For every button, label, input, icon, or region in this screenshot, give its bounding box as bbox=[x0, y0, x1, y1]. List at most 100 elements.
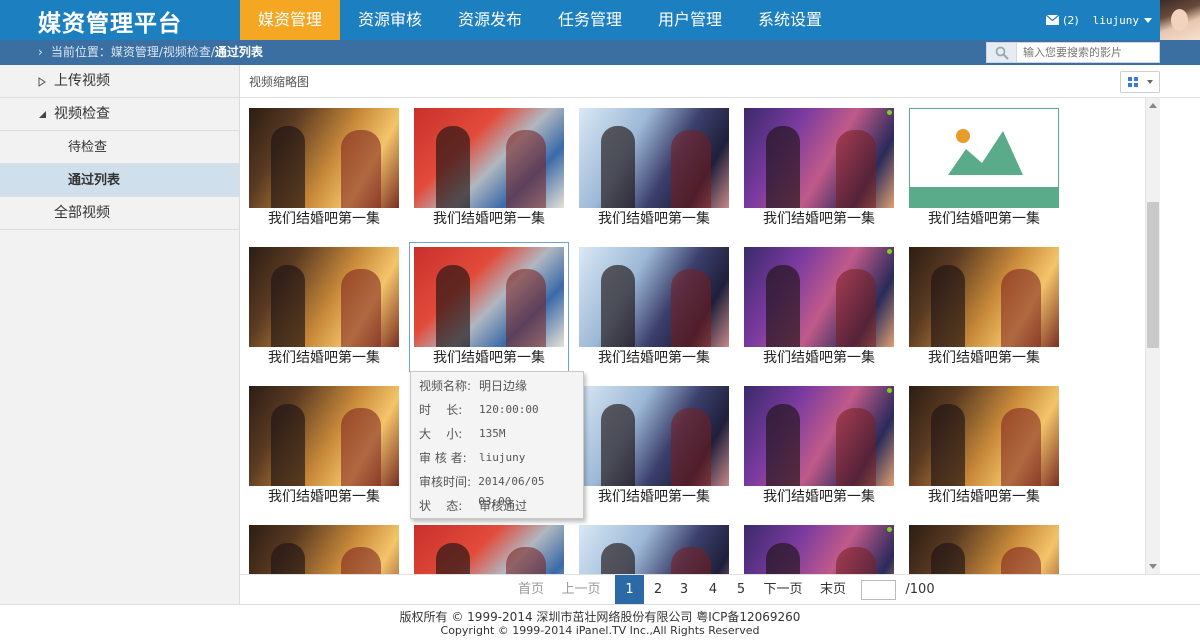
page-link-3[interactable]: 3 bbox=[676, 575, 692, 605]
video-caption[interactable]: 我们结婚吧第一集 bbox=[579, 348, 729, 368]
thumbnail-figure bbox=[506, 269, 546, 347]
page-link-4[interactable]: 4 bbox=[705, 575, 721, 605]
video-thumbnail[interactable] bbox=[744, 247, 894, 347]
video-thumbnail[interactable] bbox=[249, 247, 399, 347]
page-link-5[interactable]: 5 bbox=[733, 575, 749, 605]
scroll-up-arrow-icon[interactable] bbox=[1149, 103, 1157, 108]
video-thumbnail[interactable] bbox=[414, 525, 564, 574]
triangle-right-icon bbox=[38, 77, 46, 87]
nav-media-management[interactable]: 媒资管理 bbox=[240, 0, 340, 40]
video-caption[interactable]: 我们结婚吧第一集 bbox=[744, 487, 894, 507]
last-page-link[interactable]: 末页 bbox=[818, 575, 848, 605]
video-thumbnail[interactable] bbox=[909, 247, 1059, 347]
thumbnail-figure bbox=[931, 543, 965, 574]
video-thumbnail[interactable] bbox=[249, 108, 399, 208]
thumbnail-figure bbox=[1001, 547, 1041, 574]
thumbnail-figure bbox=[766, 543, 800, 574]
thumbnail-figure bbox=[671, 547, 711, 574]
mail-icon[interactable] bbox=[1046, 15, 1060, 25]
nav-resource-publish[interactable]: 资源发布 bbox=[440, 0, 540, 40]
sidebar-item-approved-list[interactable]: 通过列表 bbox=[0, 164, 239, 197]
sidebar-item-upload-video[interactable]: 上传视频 bbox=[0, 65, 239, 98]
video-thumbnail[interactable] bbox=[909, 386, 1059, 486]
content-header: 视频缩略图 bbox=[240, 65, 1200, 98]
first-page-link[interactable]: 首页 bbox=[516, 575, 546, 605]
thumbnail-figure bbox=[836, 547, 876, 574]
video-grid: 我们结婚吧第一集 我们结婚吧第一集 我们结婚吧第一集 我们结婚吧第一集 我们结婚吧第一集… bbox=[240, 98, 1145, 574]
thumbnail-figure bbox=[671, 269, 711, 347]
breadcrumb-path[interactable]: 当前位置：媒资管理/视频检查/ bbox=[51, 45, 215, 59]
video-thumbnail-placeholder[interactable] bbox=[909, 108, 1059, 208]
video-thumbnail[interactable] bbox=[579, 386, 729, 486]
nav-user-management[interactable]: 用户管理 bbox=[640, 0, 740, 40]
nav-system-settings[interactable]: 系统设置 bbox=[740, 0, 840, 40]
sidebar-item-all-videos[interactable]: 全部视频 bbox=[0, 197, 239, 230]
breadcrumb-current: 通过列表 bbox=[214, 45, 263, 59]
tooltip-key: 状 态: bbox=[419, 499, 463, 513]
next-page-link[interactable]: 下一页 bbox=[762, 575, 804, 605]
page-link-2[interactable]: 2 bbox=[650, 575, 666, 605]
total-pages: /100页 bbox=[905, 582, 935, 627]
video-thumbnail[interactable] bbox=[744, 108, 894, 208]
sidebar-item-pending-check[interactable]: 待检查 bbox=[0, 131, 239, 164]
video-caption[interactable]: 我们结婚吧第一集 bbox=[744, 348, 894, 368]
mail-count[interactable]: (2) bbox=[1063, 14, 1079, 27]
tooltip-key: 审 核 者: bbox=[419, 451, 467, 465]
video-caption[interactable]: 我们结婚吧第一集 bbox=[249, 348, 399, 368]
thumbnail-figure bbox=[931, 404, 965, 486]
video-caption[interactable]: 我们结婚吧第一集 bbox=[909, 487, 1059, 507]
avatar[interactable] bbox=[1160, 0, 1200, 40]
scrollbar-thumb[interactable] bbox=[1147, 202, 1159, 348]
video-caption[interactable]: 我们结婚吧第一集 bbox=[249, 487, 399, 507]
video-caption[interactable]: 我们结婚吧第一集 bbox=[744, 209, 894, 229]
video-caption[interactable]: 我们结婚吧第一集 bbox=[909, 348, 1059, 368]
video-info-tooltip: 视频名称: 明日边缘 时 长: 120:00:00 大 小: 135M 审 核 者: l… bbox=[410, 371, 584, 519]
tooltip-value: 120:00:00 bbox=[479, 403, 539, 416]
video-thumbnail[interactable] bbox=[579, 108, 729, 208]
video-thumbnail[interactable] bbox=[579, 525, 729, 574]
video-thumbnail[interactable] bbox=[414, 108, 564, 208]
chevron-down-icon bbox=[1146, 80, 1153, 84]
footer-copyright-cn: 版权所有 © 1999-2014 深圳市茁壮网络股份有限公司 粤ICP备1206… bbox=[399, 610, 801, 624]
sidebar: 上传视频 视频检查 待检查 通过列表 全部视频 bbox=[0, 65, 240, 605]
search-button[interactable] bbox=[987, 43, 1017, 62]
view-toggle-button[interactable] bbox=[1120, 71, 1160, 93]
thumbnail-figure bbox=[931, 265, 965, 347]
video-thumbnail[interactable] bbox=[414, 247, 564, 347]
thumbnail-figure bbox=[836, 269, 876, 347]
video-caption[interactable]: 我们结婚吧第一集 bbox=[909, 209, 1059, 229]
video-caption[interactable]: 我们结婚吧第一集 bbox=[414, 348, 564, 368]
status-dot-icon bbox=[887, 249, 892, 254]
sidebar-item-video-check[interactable]: 视频检查 bbox=[0, 98, 239, 131]
page-jump-input[interactable] bbox=[861, 580, 896, 600]
video-thumbnail[interactable] bbox=[909, 525, 1059, 574]
thumbnail-figure bbox=[271, 126, 305, 208]
video-thumbnail[interactable] bbox=[744, 386, 894, 486]
thumbnail-figure bbox=[271, 265, 305, 347]
footer: 版权所有 © 1999-2014 深圳市茁壮网络股份有限公司 粤ICP备1206… bbox=[0, 604, 1200, 643]
top-header: 媒资管理平台 媒资管理 资源审核 资源发布 任务管理 用户管理 系统设置 (2)… bbox=[0, 0, 1200, 40]
search-input[interactable] bbox=[1017, 43, 1157, 62]
thumbnail-figure bbox=[836, 408, 876, 486]
username[interactable]: liujuny bbox=[1093, 14, 1139, 27]
tooltip-value: liujuny bbox=[479, 451, 526, 464]
video-thumbnail[interactable] bbox=[744, 525, 894, 574]
page-link-1[interactable]: 1 bbox=[615, 575, 644, 605]
nav-task-management[interactable]: 任务管理 bbox=[540, 0, 640, 40]
scroll-down-arrow-icon[interactable] bbox=[1149, 564, 1157, 569]
thumbnail-figure bbox=[506, 547, 546, 574]
nav-resource-review[interactable]: 资源审核 bbox=[340, 0, 440, 40]
video-caption[interactable]: 我们结婚吧第一集 bbox=[579, 209, 729, 229]
video-thumbnail[interactable] bbox=[249, 525, 399, 574]
prev-page-link[interactable]: 上一页 bbox=[560, 575, 602, 605]
video-thumbnail[interactable] bbox=[249, 386, 399, 486]
video-caption[interactable]: 我们结婚吧第一集 bbox=[414, 209, 564, 229]
scrollbar[interactable] bbox=[1145, 98, 1160, 574]
video-caption[interactable]: 我们结婚吧第一集 bbox=[579, 487, 729, 507]
sidebar-item-label: 视频检查 bbox=[54, 106, 110, 122]
video-caption[interactable]: 我们结婚吧第一集 bbox=[249, 209, 399, 229]
thumbnail-figure bbox=[836, 130, 876, 208]
chevron-down-icon[interactable] bbox=[1144, 17, 1152, 23]
video-thumbnail[interactable] bbox=[579, 247, 729, 347]
tooltip-key: 大 小: bbox=[419, 427, 463, 441]
